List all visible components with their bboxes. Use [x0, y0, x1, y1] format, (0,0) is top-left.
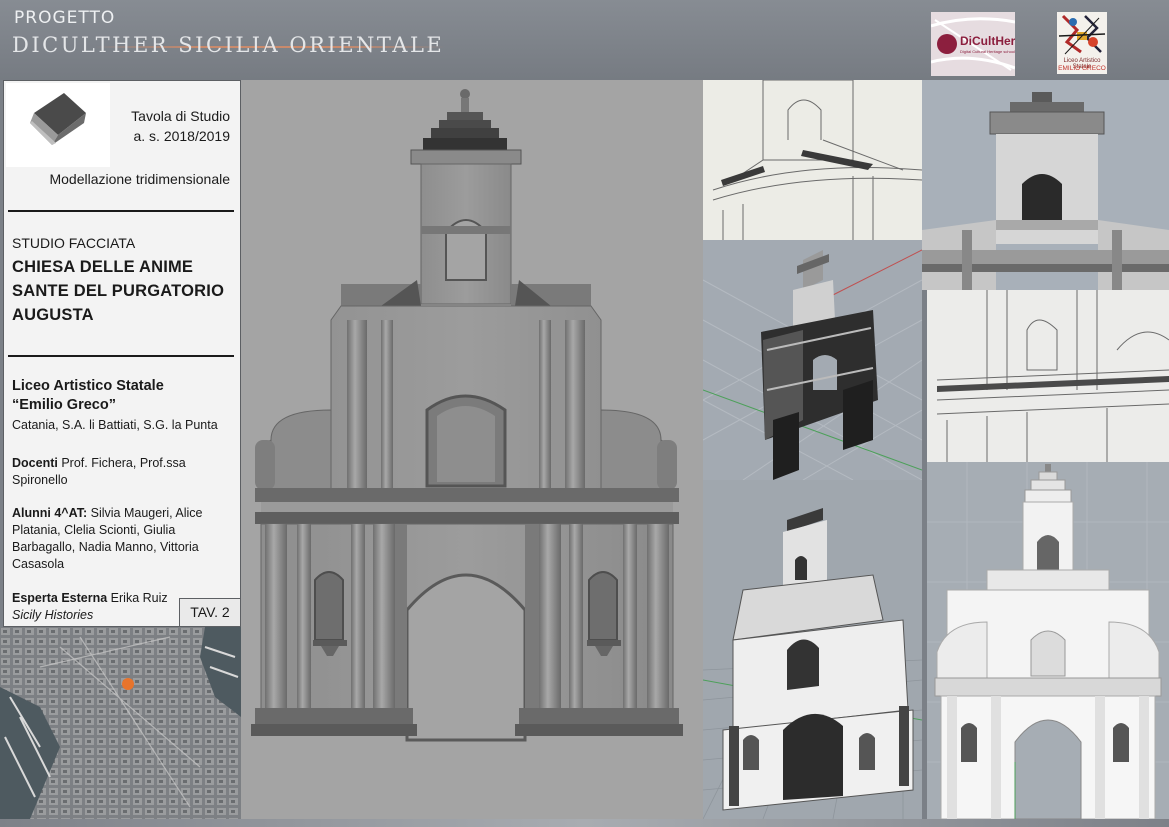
dicult-logo: DiCultHer Digital Cultural Heritage scho…: [931, 12, 1015, 76]
info-panel: Tavola di Studio a. s. 2018/2019 Modella…: [3, 80, 241, 627]
students-label: Alunni 4^AT:: [12, 506, 88, 520]
wireframe-detail-bottom: [927, 290, 1169, 462]
isometric-render: [703, 240, 922, 480]
bell-tower-closeup: [922, 80, 1169, 290]
teachers-credit: Docenti Prof. Fichera, Prof.ssa Spironel…: [12, 455, 232, 489]
divider: [8, 210, 234, 212]
school-sites: Catania, S.A. li Battiati, S.G. la Punta: [12, 418, 218, 432]
expert-name: Erika Ruiz: [110, 591, 168, 605]
school-year: a. s. 2018/2019: [133, 128, 230, 144]
project-title: DICULTHER SICILIA ORIENTALE: [12, 33, 445, 57]
church-title-line: CHIESA DELLE ANIME: [12, 258, 194, 276]
location-map: [0, 627, 241, 819]
project-label: PROGETTO: [14, 8, 116, 28]
tav-badge: TAV. 2: [179, 598, 241, 627]
facade-white-render: [927, 462, 1169, 819]
teachers-label: Docenti: [12, 456, 58, 470]
footer-strip: [0, 819, 1169, 827]
church-location-marker: [122, 678, 134, 690]
divider: [8, 355, 234, 357]
facade-front-render: [241, 80, 703, 819]
expert-label: Esperta Esterna: [12, 591, 108, 605]
liceo-logo: Liceo Artistico Statale EMILIO GRECO: [1057, 12, 1107, 74]
tavola-label: Tavola di Studio: [131, 108, 230, 124]
dicult-logo-tagline: Digital Cultural Heritage school: [960, 49, 1015, 54]
dicult-logo-name: DiCultHer: [960, 34, 1015, 48]
liceo-logo-line2: EMILIO GRECO: [1058, 65, 1106, 72]
school-name-quoted: “Emilio Greco”: [12, 397, 116, 413]
church-title-line: SANTE DEL PURGATORIO: [12, 282, 225, 300]
dicult-mark-icon: [937, 34, 957, 54]
header-banner: PROGETTO DICULTHER SICILIA ORIENTALE DiC…: [0, 0, 1169, 80]
subject-label: Modellazione tridimensionale: [49, 171, 230, 187]
students-credit: Alunni 4^AT: Silvia Maugeri, Alice Plata…: [12, 505, 232, 573]
cube-icon-box: [6, 83, 110, 167]
wireframe-detail-top: [703, 80, 922, 240]
church-title-line: AUGUSTA: [12, 306, 94, 324]
perspective-render: [703, 480, 922, 819]
studio-label: STUDIO FACCIATA: [12, 235, 136, 251]
cube-icon: [30, 93, 86, 145]
school-name: Liceo Artistico Statale: [12, 378, 164, 394]
